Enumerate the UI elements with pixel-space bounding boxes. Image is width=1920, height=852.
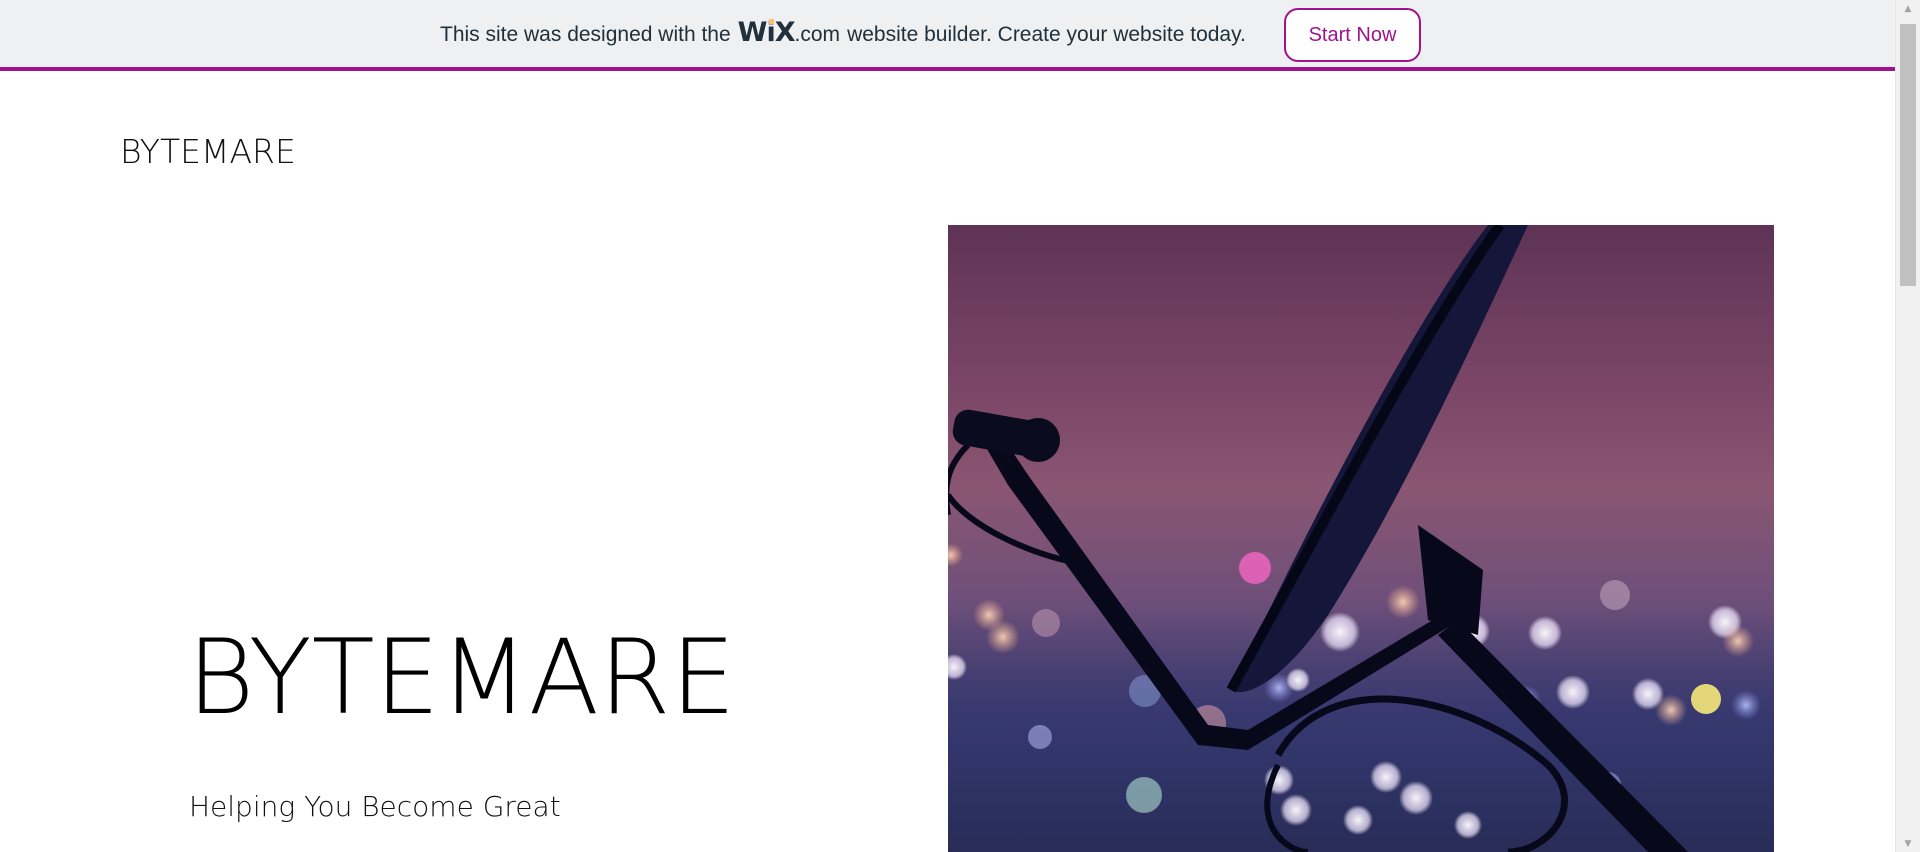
site-logo[interactable]: BYTEMARE bbox=[120, 132, 296, 172]
scrollbar-thumb[interactable] bbox=[1900, 24, 1916, 286]
start-now-button[interactable]: Start Now bbox=[1284, 8, 1421, 62]
wix-logo[interactable]: WiX bbox=[737, 16, 796, 48]
wix-logo-i: i bbox=[766, 16, 775, 48]
page-scrollbar[interactable]: ▲ ▼ bbox=[1895, 0, 1920, 852]
chevron-down-icon[interactable]: ▼ bbox=[1896, 835, 1920, 852]
banner-text-before: This site was designed with the bbox=[440, 23, 731, 46]
hero-image bbox=[948, 225, 1774, 852]
wix-banner: This site was designed with the WiX .com… bbox=[0, 0, 1895, 71]
wix-logo-x: X bbox=[774, 16, 796, 48]
banner-text-after: website builder. Create your website tod… bbox=[847, 23, 1246, 46]
wix-domain-suffix: .com bbox=[794, 23, 841, 46]
chevron-up-icon[interactable]: ▲ bbox=[1896, 0, 1920, 17]
hero-subtitle: Helping You Become Great bbox=[189, 790, 561, 823]
wix-logo-w: W bbox=[737, 16, 768, 48]
hero-title: BYTEMARE bbox=[187, 618, 736, 738]
page: This site was designed with the WiX .com… bbox=[0, 0, 1920, 852]
wix-banner-message: This site was designed with the WiX .com… bbox=[440, 8, 1246, 62]
satellite-dish-photo bbox=[948, 225, 1774, 852]
